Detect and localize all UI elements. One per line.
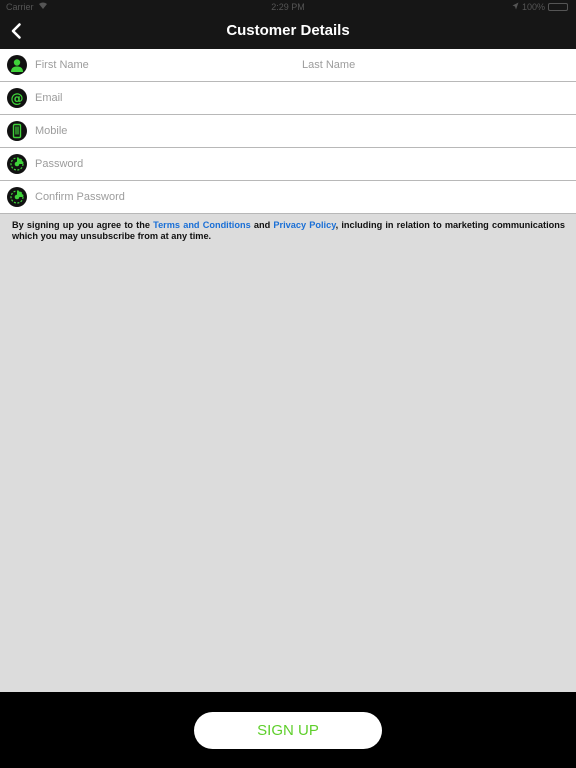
- confirm-password-input[interactable]: [35, 181, 560, 213]
- mobile-row: [0, 115, 576, 148]
- terms-and: and: [250, 220, 274, 230]
- status-right: 100%: [512, 2, 568, 12]
- svg-text:@: @: [11, 92, 24, 107]
- sign-up-button[interactable]: SIGN UP: [194, 712, 382, 749]
- page-title: Customer Details: [226, 22, 350, 39]
- last-name-input[interactable]: [302, 49, 562, 81]
- terms-prefix: By signing up you agree to the: [12, 220, 154, 230]
- password-dial-icon: [7, 154, 27, 174]
- at-sign-icon: @: [7, 88, 27, 108]
- first-name-input[interactable]: [35, 49, 290, 81]
- mobile-phone-icon: [7, 121, 27, 141]
- password-input[interactable]: [35, 148, 560, 180]
- terms-and-conditions-link[interactable]: Terms and Conditions: [153, 220, 251, 230]
- confirm-password-row: [0, 181, 576, 214]
- password-row: [0, 148, 576, 181]
- email-row: @: [0, 82, 576, 115]
- privacy-policy-link[interactable]: Privacy Policy: [273, 220, 335, 230]
- name-row: [0, 49, 576, 82]
- email-input[interactable]: [35, 82, 560, 114]
- mobile-input[interactable]: [35, 115, 560, 147]
- nav-bar: Customer Details: [0, 14, 576, 49]
- battery-percent: 100%: [521, 2, 545, 12]
- customer-details-form: @: [0, 49, 576, 214]
- status-time: 2:29 PM: [271, 2, 305, 12]
- battery-icon: [548, 3, 568, 11]
- location-icon: [512, 2, 519, 12]
- terms-text: By signing up you agree to the Terms and…: [12, 220, 565, 242]
- status-bar: Carrier 2:29 PM 100%: [0, 0, 576, 14]
- confirm-password-dial-icon: [7, 187, 27, 207]
- user-icon: [7, 55, 27, 75]
- footer-bar: SIGN UP: [0, 692, 576, 768]
